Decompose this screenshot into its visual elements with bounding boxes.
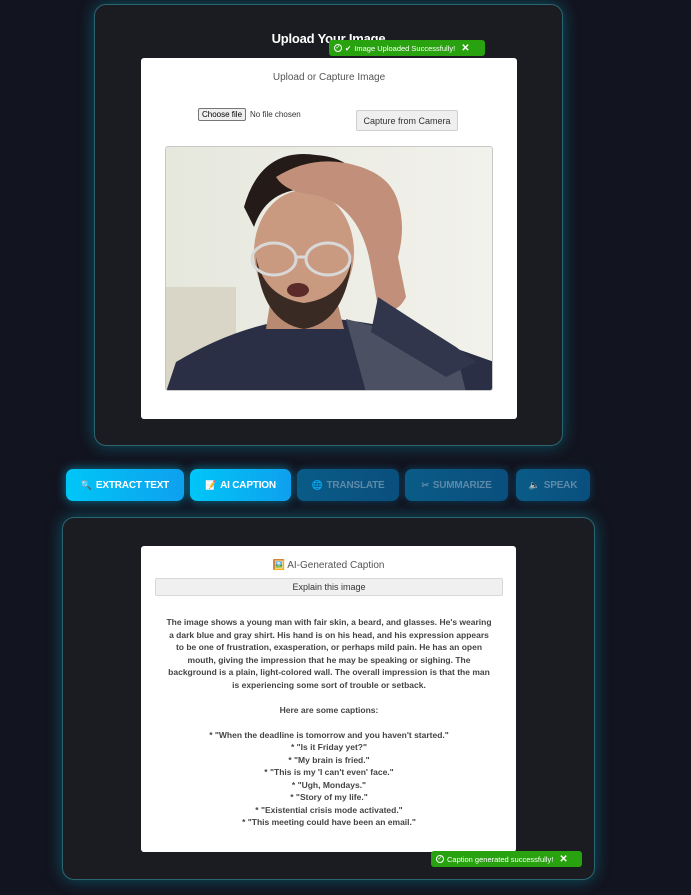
upload-panel: Upload Your Image Upload or Capture Imag… xyxy=(94,4,563,446)
caption-item: * "When the deadline is tomorrow and you… xyxy=(209,729,449,740)
translate-label: TRANSLATE xyxy=(326,479,385,491)
check-icon: ✔ xyxy=(345,43,352,53)
extract-text-label: EXTRACT TEXT xyxy=(95,479,170,491)
speaker-icon: 🔈 xyxy=(528,479,540,490)
speak-label: SPEAK xyxy=(543,479,578,491)
summarize-button[interactable]: ✂ SUMMARIZE xyxy=(405,469,508,501)
upload-toast-text: Image Uploaded Successfully! xyxy=(354,43,456,53)
caption-item: * "This is my 'I can't even' face." xyxy=(264,767,394,777)
captions-heading: Here are some captions: xyxy=(279,704,379,715)
summarize-label: SUMMARIZE xyxy=(432,479,492,491)
close-icon[interactable]: ✕ xyxy=(559,854,567,865)
caption-panel: 🖼️ AI-Generated Caption Explain this ima… xyxy=(62,517,595,880)
capture-camera-button[interactable]: Capture from Camera xyxy=(356,110,458,131)
caption-item: * "This meeting could have been an email… xyxy=(242,817,416,827)
caption-item: * "Story of my life." xyxy=(290,792,368,802)
upload-card-title: Upload or Capture Image xyxy=(272,72,386,83)
speak-button[interactable]: 🔈 SPEAK xyxy=(516,469,590,501)
caption-description: The image shows a young man with fair sk… xyxy=(166,617,492,690)
close-icon[interactable]: ✕ xyxy=(461,43,469,54)
caption-card-title: 🖼️ AI-Generated Caption xyxy=(141,560,516,571)
caption-success-toast: ✓ Caption generated successfully! ✕ xyxy=(431,851,582,867)
caption-title-text: AI-Generated Caption xyxy=(287,560,385,571)
upload-success-toast: ✓ ✔ Image Uploaded Successfully! ✕ xyxy=(329,40,485,56)
preview-photo xyxy=(166,147,492,390)
caption-card: 🖼️ AI-Generated Caption Explain this ima… xyxy=(141,546,516,852)
picture-icon: 🖼️ xyxy=(272,560,285,571)
ai-caption-button[interactable]: 📝 AI CAPTION xyxy=(190,469,291,501)
caption-item: * "My brain is fried." xyxy=(288,754,370,765)
extract-text-button[interactable]: 🔍 EXTRACT TEXT xyxy=(66,469,184,501)
caption-prompt-field[interactable]: Explain this image xyxy=(155,578,503,596)
file-status: No file chosen xyxy=(250,110,301,119)
ai-caption-label: AI CAPTION xyxy=(220,479,276,491)
check-circle-icon: ✓ xyxy=(334,44,342,52)
upload-card: Upload or Capture Image Choose file No f… xyxy=(141,58,517,419)
uploaded-image-preview xyxy=(165,146,493,391)
caption-output: The image shows a young man with fair sk… xyxy=(165,616,493,829)
magnifier-icon: 🔍 xyxy=(80,479,92,490)
check-circle-icon: ✓ xyxy=(436,855,444,863)
caption-item: * "Existential crisis mode activated." xyxy=(255,804,403,815)
document-icon: 📝 xyxy=(205,479,217,490)
translate-button[interactable]: 🌐 TRANSLATE xyxy=(297,469,399,501)
scissors-icon: ✂ xyxy=(421,479,429,490)
file-input[interactable]: Choose file No file chosen xyxy=(198,108,301,121)
caption-item: * "Ugh, Mondays." xyxy=(291,779,367,790)
choose-file-button[interactable]: Choose file xyxy=(198,108,247,121)
caption-toast-text: Caption generated successfully! xyxy=(447,854,554,864)
caption-item: * "Is it Friday yet?" xyxy=(290,742,368,752)
globe-icon: 🌐 xyxy=(311,479,323,490)
